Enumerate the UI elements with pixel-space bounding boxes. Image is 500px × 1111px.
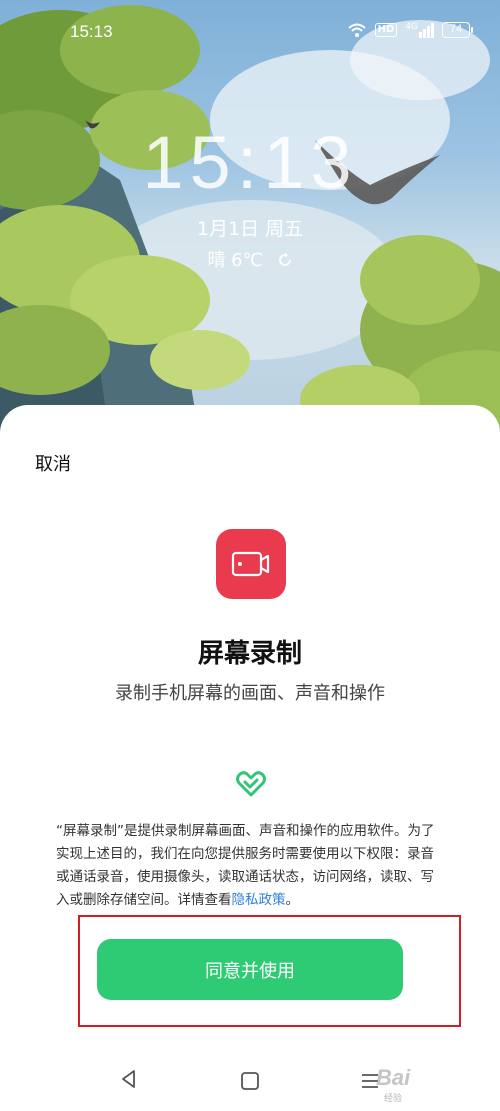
lockscreen-date: 1月1日 周五 — [196, 218, 304, 240]
app-title: 屏幕录制 — [197, 639, 302, 669]
home-icon[interactable] — [240, 1071, 260, 1091]
status-bar: 15:13 HD 4G 74 — [0, 0, 500, 66]
cancel-button[interactable]: 取消 — [35, 450, 71, 476]
agree-and-use-button[interactable]: 同意并使用 — [97, 939, 403, 1000]
refresh-icon[interactable] — [277, 252, 293, 268]
permission-sheet: 取消 屏幕录制 录制手机屏幕的画面、声音和操作 “屏幕录制”是提供录制屏幕画面、… — [0, 405, 500, 1111]
signal-icon: 4G — [405, 21, 434, 38]
privacy-policy-link[interactable]: 隐私政策 — [232, 892, 286, 908]
app-subtitle: 录制手机屏幕的画面、声音和操作 — [115, 683, 385, 704]
status-icons: HD 4G 74 — [347, 21, 473, 38]
screen-record-icon — [231, 551, 270, 577]
wifi-icon — [347, 23, 366, 37]
app-icon — [216, 529, 286, 599]
description-end: 。 — [285, 892, 300, 908]
hd-badge: HD — [374, 23, 398, 37]
lockscreen-weather: 晴 6℃ — [0, 246, 500, 272]
status-time: 15:13 — [70, 22, 113, 41]
signal-label: 4G — [405, 21, 418, 32]
shield-heart-icon — [236, 768, 266, 798]
lockscreen-clock: 15:13 — [142, 121, 358, 204]
watermark-brand: Bai — [376, 1065, 411, 1090]
battery-icon: 74 — [442, 22, 473, 38]
permission-description: “屏幕录制”是提供录制屏幕画面、声音和操作的应用软件。为了实现上述目的，我们在向… — [56, 820, 446, 912]
weather-text: 晴 6℃ — [207, 250, 263, 271]
watermark-sub: 经验 — [384, 1094, 403, 1104]
back-icon[interactable] — [118, 1068, 140, 1090]
